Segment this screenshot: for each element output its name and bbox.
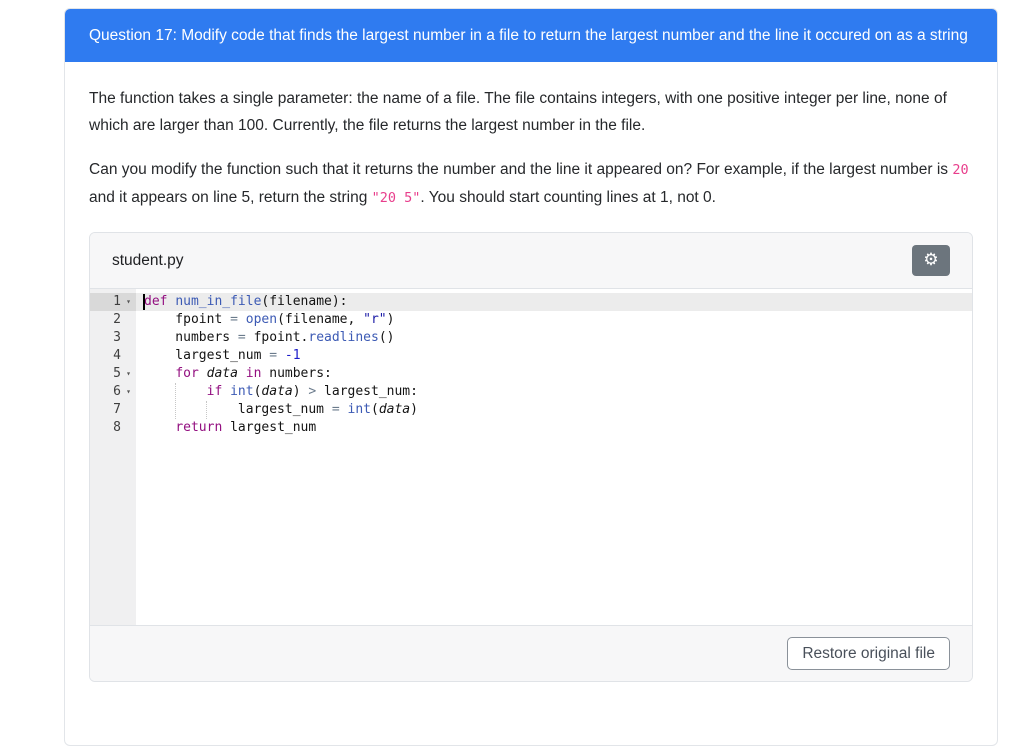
fold-arrow-icon[interactable]: ▾ (121, 383, 136, 401)
inline-code-return-string: "20 5" (371, 190, 421, 206)
code-editor[interactable]: 1 ▾ 2 3 4 5 ▾ 6 ▾ 7 8 def num_in_file(filename): f… (90, 289, 972, 625)
editor-footer: Restore original file (90, 625, 972, 681)
code-line-7[interactable]: largest_num = int(data) (136, 401, 972, 419)
gutter-line-7[interactable]: 7 (90, 401, 136, 419)
gutter-line-5[interactable]: 5 ▾ (90, 365, 136, 383)
question-card: Question 17: Modify code that finds the … (64, 8, 998, 746)
paragraph-2-text: . You should start counting lines at 1, … (420, 189, 716, 206)
gutter-line-6[interactable]: 6 ▾ (90, 383, 136, 401)
inline-code-largest-number: 20 (952, 162, 969, 178)
code-line-5[interactable]: for data in numbers: (136, 365, 972, 383)
gutter-line-4[interactable]: 4 (90, 347, 136, 365)
gutter-line-8[interactable]: 8 (90, 419, 136, 437)
code-editor-panel: student.py ⚙ 1 ▾ 2 3 4 5 ▾ 6 ▾ 7 8 def num_in_file… (89, 232, 973, 682)
page: Question 17: Modify code that finds the … (0, 0, 1024, 754)
gear-icon: ⚙ (923, 250, 939, 270)
gutter-line-1[interactable]: 1 ▾ (90, 293, 136, 311)
code-line-6[interactable]: if int(data) > largest_num: (136, 383, 972, 401)
filename-label: student.py (112, 251, 184, 269)
fold-arrow-icon[interactable]: ▾ (121, 365, 136, 383)
code-lines[interactable]: def num_in_file(filename): fpoint = open… (136, 293, 972, 437)
code-line-3[interactable]: numbers = fpoint.readlines() (136, 329, 972, 347)
paragraph-2-text: Can you modify the function such that it… (89, 161, 953, 178)
question-header: Question 17: Modify code that finds the … (65, 9, 997, 62)
question-body: The function takes a single parameter: t… (65, 62, 997, 694)
code-line-8[interactable]: return largest_num (136, 419, 972, 437)
code-line-4[interactable]: largest_num = -1 (136, 347, 972, 365)
fold-arrow-icon[interactable]: ▾ (121, 293, 136, 311)
restore-original-file-button[interactable]: Restore original file (787, 637, 950, 670)
question-title: Question 17: Modify code that finds the … (89, 27, 968, 44)
code-line-1[interactable]: def num_in_file(filename): (136, 293, 972, 311)
editor-settings-button[interactable]: ⚙ (912, 245, 950, 276)
paragraph-2-text: and it appears on line 5, return the str… (89, 189, 372, 206)
text-cursor (143, 294, 145, 310)
gutter-line-3[interactable]: 3 (90, 329, 136, 347)
gutter-line-2[interactable]: 2 (90, 311, 136, 329)
editor-header: student.py ⚙ (90, 233, 972, 289)
code-line-2[interactable]: fpoint = open(filename, "r") (136, 311, 972, 329)
description-paragraph-2: Can you modify the function such that it… (89, 156, 973, 212)
gutter: 1 ▾ 2 3 4 5 ▾ 6 ▾ 7 8 (90, 289, 136, 625)
description-paragraph-1: The function takes a single parameter: t… (89, 90, 947, 134)
